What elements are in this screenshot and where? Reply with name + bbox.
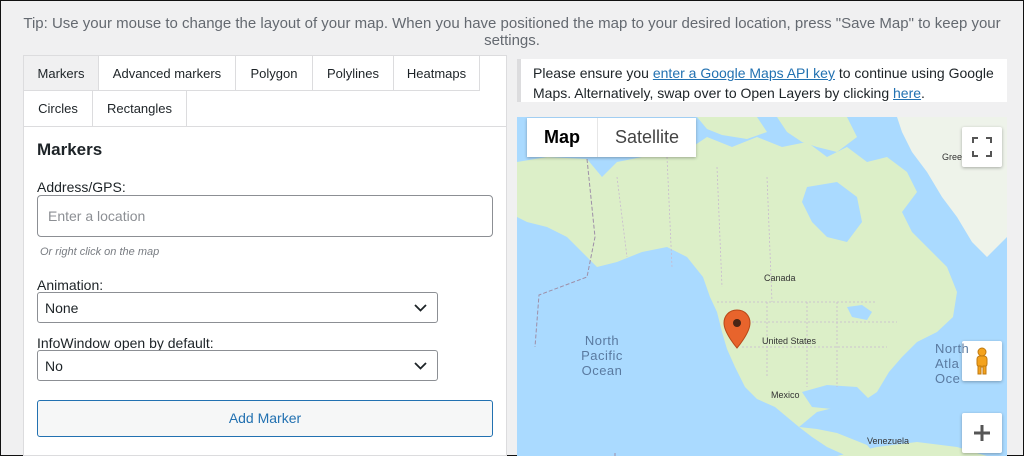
map-type-control: Map Satellite — [527, 118, 697, 157]
infowindow-value: No — [45, 358, 63, 374]
tab-circles[interactable]: Circles — [24, 91, 93, 126]
tab-heatmaps[interactable]: Heatmaps — [394, 56, 480, 91]
map-label-greenland: Gree — [942, 152, 963, 162]
map-label-north-pacific: North Pacific Ocean — [577, 333, 627, 378]
api-key-notice: Please ensure you enter a Google Maps AP… — [517, 59, 1007, 102]
infowindow-label: InfoWindow open by default: — [37, 335, 214, 351]
tip-text: Tip: Use your mouse to change the layout… — [23, 15, 1001, 49]
north-pacific-line-2: Pacific — [581, 348, 623, 363]
animation-select[interactable]: None — [37, 292, 438, 323]
tab-bar: Markers Advanced markers Polygon Polylin… — [24, 56, 506, 127]
north-atlantic-line-1: North — [935, 341, 970, 356]
tab-rectangles[interactable]: Rectangles — [93, 91, 187, 126]
address-label: Address/GPS: — [37, 179, 126, 195]
chevron-down-icon — [414, 304, 427, 312]
arctic-islands-land — [697, 117, 767, 139]
map-label-north-atlantic: North Atla Oce — [935, 341, 970, 386]
map-type-satellite-button[interactable]: Satellite — [598, 118, 696, 157]
north-america-land — [517, 137, 957, 427]
address-input[interactable] — [37, 195, 493, 237]
map-label-venezuela: Venezuela — [867, 436, 910, 446]
notice-text-after: . — [921, 85, 925, 101]
animation-value: None — [45, 300, 79, 316]
north-pacific-line-1: North — [584, 333, 620, 348]
north-pacific-line-3: Ocean — [581, 363, 623, 378]
chevron-down-icon — [414, 362, 427, 370]
fullscreen-icon — [972, 137, 992, 157]
tab-polylines[interactable]: Polylines — [313, 56, 394, 91]
tab-polygon[interactable]: Polygon — [236, 56, 313, 91]
map-label-mexico: Mexico — [771, 390, 800, 400]
animation-label: Animation: — [37, 277, 104, 293]
map-type-map-button[interactable]: Map — [527, 118, 598, 157]
map-editor-panel: Markers Advanced markers Polygon Polylin… — [23, 55, 507, 456]
map-label-united-states: United States — [762, 336, 817, 346]
notice-text-before: Please ensure you — [533, 65, 653, 81]
map-label-canada: Canada — [764, 273, 796, 283]
fullscreen-button[interactable] — [962, 127, 1002, 167]
north-atlantic-line-3: Oce — [935, 371, 961, 386]
address-hint: Or right click on the map — [40, 246, 160, 258]
zoom-in-icon — [974, 425, 990, 441]
tab-advanced-markers[interactable]: Advanced markers — [99, 56, 236, 91]
section-title: Markers — [37, 140, 103, 159]
map-canvas[interactable]: Map Satellite Gree Canada United States … — [517, 117, 1007, 456]
add-marker-button[interactable]: Add Marker — [37, 400, 493, 437]
open-layers-link[interactable]: here — [893, 85, 921, 101]
api-key-link[interactable]: enter a Google Maps API key — [653, 65, 835, 81]
north-atlantic-line-2: Atla — [935, 356, 960, 371]
infowindow-select[interactable]: No — [37, 350, 438, 381]
tab-markers[interactable]: Markers — [24, 56, 99, 91]
marker-pin-icon[interactable] — [723, 309, 751, 349]
map-background — [517, 117, 1007, 456]
zoom-in-button[interactable] — [962, 413, 1002, 453]
